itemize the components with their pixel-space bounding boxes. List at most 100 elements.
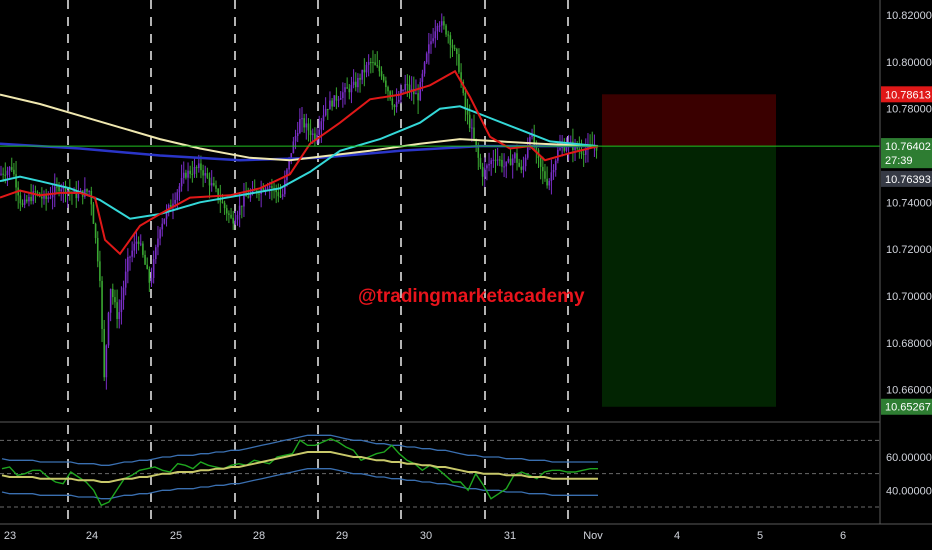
candle-body [436, 26, 439, 32]
candle-body [234, 219, 237, 224]
candle-body [4, 174, 7, 176]
candle-body [137, 241, 140, 244]
candle-body [26, 199, 28, 202]
candle-body [23, 199, 26, 205]
candle-body [144, 254, 146, 265]
candle-body [346, 87, 348, 89]
position-tool[interactable] [602, 94, 776, 407]
candle-body [352, 81, 355, 86]
candle-body [311, 133, 314, 136]
candle-body [408, 84, 411, 91]
candle-body [447, 34, 449, 36]
candle-body [191, 173, 194, 175]
candle-body [522, 166, 525, 170]
candle-body [161, 223, 164, 230]
price-tag-label: 10.78613 [885, 89, 931, 101]
candle-body [554, 160, 557, 170]
candle-body [238, 205, 241, 215]
candle-body [505, 161, 508, 167]
candle-body [180, 177, 183, 187]
session-separators [67, 0, 569, 521]
candle-body [529, 137, 531, 147]
price-tick-label: 10.82000 [886, 10, 932, 22]
candle-body [520, 166, 523, 170]
candle-body [281, 194, 284, 197]
candle-body [41, 196, 43, 199]
candle-body [496, 159, 499, 161]
candle-body [60, 189, 62, 192]
candle-body [582, 153, 585, 155]
candle-body [21, 203, 24, 205]
candle-body [279, 196, 282, 198]
candle-body [157, 238, 159, 248]
candle-body [96, 237, 99, 262]
candle-body [176, 192, 179, 200]
candle-body [6, 170, 9, 176]
candle-body [494, 159, 497, 161]
candle-body [344, 87, 346, 93]
candle-body [524, 157, 527, 167]
time-tick-label: 23 [4, 530, 16, 542]
take-profit-zone [602, 146, 776, 407]
trading-chart[interactable]: @tradingmarketacademy 10.8200010.8000010… [0, 0, 932, 550]
candle-body [292, 141, 295, 154]
candle-body [406, 84, 409, 86]
candle-body [92, 204, 95, 224]
candle-body [432, 38, 434, 42]
candle-body [367, 62, 370, 65]
candle-body [565, 147, 568, 151]
candle-body [120, 299, 123, 313]
candle-body [19, 195, 22, 204]
candle-body [107, 312, 110, 346]
candle-body [449, 35, 452, 46]
candle-body [378, 66, 381, 72]
candle-body [361, 69, 363, 80]
candle-body [99, 261, 101, 281]
price-tick-label: 10.74000 [886, 197, 932, 209]
candle-body [47, 197, 50, 199]
candle-body [451, 45, 454, 48]
candle-body [112, 288, 114, 298]
candle-body [142, 243, 144, 255]
candle-body [331, 100, 333, 107]
candle-body [230, 214, 232, 218]
candle-body [301, 118, 303, 120]
time-tick-label: 28 [253, 530, 265, 542]
candle-body [0, 173, 2, 175]
candle-body [193, 167, 196, 174]
candle-body [198, 163, 200, 168]
candle-body [423, 62, 426, 74]
candle-body [509, 158, 512, 166]
candle-body [133, 243, 136, 251]
candle-body [200, 163, 202, 171]
price-tag-label: 10.76402 [885, 141, 931, 153]
candle-body [225, 208, 228, 214]
time-tick-label: 5 [757, 530, 763, 542]
candle-body [425, 53, 428, 63]
time-axis[interactable]: 23 24 25 28 29 30 31 Nov 4 5 6 [4, 530, 846, 542]
price-axis[interactable]: 10.82000 10.80000 10.78000 10.74000 10.72000… [886, 10, 932, 397]
candle-body [365, 64, 368, 73]
candle-body [477, 147, 480, 158]
candle-body [363, 69, 366, 73]
candle-body [337, 99, 340, 101]
candle-body [159, 229, 161, 239]
candle-body [223, 202, 226, 209]
candle-body [397, 99, 400, 102]
watermark-text: @tradingmarketacademy [358, 286, 585, 307]
candle-body [404, 84, 406, 90]
candle-body [124, 271, 127, 288]
candle-body [109, 288, 112, 313]
candle-body [105, 345, 108, 378]
candle-body [131, 250, 133, 257]
candle-body [36, 192, 39, 194]
candle-body [333, 95, 336, 107]
candle-body [232, 217, 234, 224]
candle-body [294, 136, 297, 142]
stop-loss-zone [602, 94, 776, 147]
candle-body [58, 186, 60, 192]
candle-body [421, 73, 424, 82]
candle-body [305, 123, 308, 128]
oscillator-axis[interactable]: 60.00000 40.00000 [886, 452, 932, 497]
candle-body [34, 191, 37, 193]
